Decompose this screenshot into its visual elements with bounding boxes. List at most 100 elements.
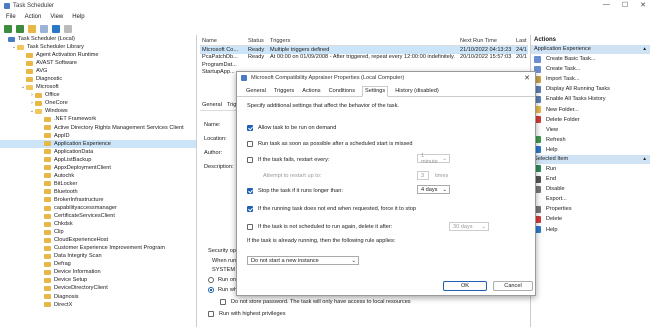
menu-file[interactable]: File xyxy=(6,14,16,20)
tree-item[interactable]: AppListBackup xyxy=(0,156,196,164)
tree-item[interactable]: Customer Experience Improvement Program xyxy=(0,244,196,252)
tree-item[interactable]: Bluetooth xyxy=(0,188,196,196)
action-item[interactable]: Run xyxy=(531,164,650,174)
action-item[interactable]: End xyxy=(531,174,650,184)
highest-privileges-checkbox[interactable] xyxy=(208,311,214,317)
tree-item[interactable]: Diagnosis xyxy=(0,293,196,301)
tree-item[interactable]: Agent Activation Runtime xyxy=(0,51,196,59)
tree-item[interactable]: › Office xyxy=(0,91,196,99)
col-name[interactable]: Name xyxy=(200,38,248,45)
action-item[interactable]: Export... xyxy=(531,194,650,204)
tree-item[interactable]: Task Scheduler (Local) xyxy=(0,35,196,43)
tree-item[interactable]: ⌄ Task Scheduler Library xyxy=(0,43,196,51)
tree-item[interactable]: Defrag xyxy=(0,260,196,268)
dont-store-checkbox[interactable] xyxy=(220,299,226,305)
tree-item[interactable]: Autochk xyxy=(0,172,196,180)
menu-view[interactable]: View xyxy=(50,14,63,20)
maximize-icon[interactable]: ☐ xyxy=(622,1,628,9)
action-item[interactable]: Create Basic Task... xyxy=(531,54,650,64)
tree-item[interactable]: Device Setup xyxy=(0,276,196,284)
action-item[interactable]: Delete Folder xyxy=(531,115,650,125)
tree-item[interactable]: BitLocker xyxy=(0,180,196,188)
col-next-run[interactable]: Next Run Time xyxy=(460,38,516,45)
tab-conditions[interactable]: Conditions xyxy=(328,88,356,96)
tab-settings[interactable]: Settings xyxy=(362,86,389,97)
run-only-radio[interactable] xyxy=(208,277,214,283)
restart-every-checkbox[interactable] xyxy=(247,157,253,163)
col-last-run[interactable]: Last xyxy=(516,38,528,45)
action-item[interactable]: New Folder... xyxy=(531,104,650,114)
table-row[interactable]: ProgramDat... xyxy=(200,61,528,69)
properties-icon[interactable] xyxy=(64,24,72,33)
dialog-close-icon[interactable]: ✕ xyxy=(524,74,530,82)
ok-button[interactable]: OK xyxy=(443,281,487,291)
force-stop-checkbox[interactable] xyxy=(247,206,253,212)
col-triggers[interactable]: Triggers xyxy=(270,38,460,45)
actions-section-folder[interactable]: Application Experience ▴ xyxy=(531,45,650,54)
table-row[interactable]: Microsoft Co... Ready Multiple triggers de… xyxy=(200,46,528,54)
tree-item[interactable]: .NET Framework xyxy=(0,115,196,123)
action-item[interactable]: Properties xyxy=(531,204,650,214)
restart-interval-select[interactable]: 1 minute ⌄ xyxy=(417,153,450,165)
tree-item[interactable]: CertificateServicesClient xyxy=(0,212,196,220)
tree-item[interactable]: › OneCore xyxy=(0,99,196,107)
tree-item[interactable]: DirectX xyxy=(0,301,196,309)
action-item[interactable]: Create Task... xyxy=(531,64,650,74)
tab-general[interactable]: General xyxy=(245,88,267,96)
attempt-count-spinner[interactable]: 3 xyxy=(417,171,429,180)
tree-item[interactable]: BrokerInfrastructure xyxy=(0,196,196,204)
run-whether-radio[interactable] xyxy=(208,287,214,293)
delete-after-select[interactable]: 30 days ⌄ xyxy=(449,222,489,231)
action-item[interactable]: Help xyxy=(531,145,650,155)
tree-item[interactable]: Active Directory Rights Management Servi… xyxy=(0,124,196,132)
cancel-button[interactable]: Cancel xyxy=(493,281,533,291)
tree-item[interactable]: AppID xyxy=(0,132,196,140)
tree-item[interactable]: ApplicationData xyxy=(0,148,196,156)
tree-item[interactable]: DeviceDirectoryClient xyxy=(0,284,196,292)
action-item[interactable]: Refresh xyxy=(531,135,650,145)
tree-item[interactable]: AVG xyxy=(0,67,196,75)
stop-duration-select[interactable]: 4 days ⌄ xyxy=(417,185,450,194)
rule-select[interactable]: Do not start a new instance ⌄ xyxy=(247,256,359,265)
collapse-icon[interactable]: ▴ xyxy=(643,155,646,164)
action-item[interactable]: View xyxy=(531,125,650,135)
tree-item[interactable]: Clip xyxy=(0,228,196,236)
tree-item[interactable]: capabilityaccessmanager xyxy=(0,204,196,212)
tree-item[interactable]: Device Information xyxy=(0,268,196,276)
col-status[interactable]: Status xyxy=(248,38,270,45)
tree-item[interactable]: AppxDeploymentClient xyxy=(0,164,196,172)
tree-item[interactable]: ⌄ Microsoft xyxy=(0,83,196,91)
tree-item[interactable]: Application Experience xyxy=(0,139,196,148)
list-icon[interactable] xyxy=(40,24,48,33)
menu-action[interactable]: Action xyxy=(25,14,42,20)
folder-icon[interactable] xyxy=(28,24,36,33)
menu-help[interactable]: Help xyxy=(72,14,84,20)
action-item[interactable]: Delete xyxy=(531,214,650,224)
tab-actions[interactable]: Actions xyxy=(301,88,321,96)
tree-item[interactable]: Data Integrity Scan xyxy=(0,252,196,260)
collapse-icon[interactable]: ▴ xyxy=(643,45,646,54)
close-icon[interactable]: ✕ xyxy=(640,1,646,9)
action-item[interactable]: Display All Running Tasks xyxy=(531,84,650,94)
action-item[interactable]: Disable xyxy=(531,184,650,194)
tree-item[interactable]: ⌄ Windows xyxy=(0,107,196,115)
help-icon[interactable] xyxy=(52,24,60,33)
action-item[interactable]: Import Task... xyxy=(531,74,650,84)
tab-history[interactable]: History (disabled) xyxy=(394,88,440,96)
table-row[interactable]: PcaPatchDb... Ready At 00:00 on 01/09/2008… xyxy=(200,54,528,62)
delete-after-checkbox[interactable] xyxy=(247,224,253,230)
tree-item[interactable]: CloudExperienceHost xyxy=(0,236,196,244)
action-item[interactable]: Help xyxy=(531,225,650,235)
tree-item[interactable]: Chkdsk xyxy=(0,220,196,228)
stop-longer-checkbox[interactable] xyxy=(247,188,253,194)
tab-triggers[interactable]: Trig xyxy=(227,102,236,110)
tree-item[interactable]: Diagnostic xyxy=(0,75,196,83)
run-asap-checkbox[interactable] xyxy=(247,141,253,147)
forward-icon[interactable] xyxy=(16,24,24,33)
tab-triggers[interactable]: Triggers xyxy=(273,88,295,96)
allow-demand-checkbox[interactable] xyxy=(247,125,253,131)
minimize-icon[interactable]: — xyxy=(603,1,610,9)
tab-general[interactable]: General xyxy=(202,102,222,110)
tree-item[interactable]: AVAST Software xyxy=(0,59,196,67)
action-item[interactable]: Enable All Tasks History xyxy=(531,94,650,104)
